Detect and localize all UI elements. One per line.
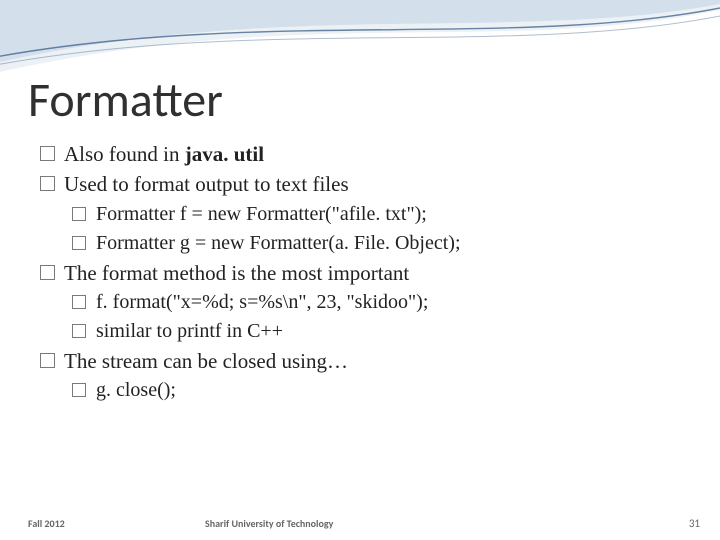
sub-bullet-formatter-g: Formatter g = new Formatter(a. File. Obj…	[72, 230, 690, 257]
sub-bullet-similar-printf: similar to printf in C++	[72, 318, 690, 345]
footer-page-number: 31	[689, 517, 700, 530]
footer-university: Sharif University of Technology	[205, 517, 333, 530]
bullet-bold-text: java. util	[185, 142, 264, 166]
sub-bullet-f-format: f. format("x=%d; s=%s\n", 23, "skidoo");	[72, 289, 690, 316]
footer-term: Fall 2012	[28, 517, 65, 530]
bullet-used-to-format: Used to format output to text files	[40, 170, 690, 198]
sub-bullet-g-close: g. close();	[72, 377, 690, 404]
bullet-also-found: Also found in java. util	[40, 140, 690, 168]
bullet-format-method: The format method is the most important	[40, 259, 690, 287]
sub-bullet-formatter-f: Formatter f = new Formatter("afile. txt"…	[72, 201, 690, 228]
bullet-text: Also found in	[64, 142, 185, 166]
footer: Fall 2012 Sharif University of Technolog…	[0, 510, 720, 530]
page-title: Formatter	[28, 70, 223, 129]
bullet-stream-closed: The stream can be closed using…	[40, 347, 690, 375]
slide-body: Also found in java. util Used to format …	[40, 140, 690, 406]
